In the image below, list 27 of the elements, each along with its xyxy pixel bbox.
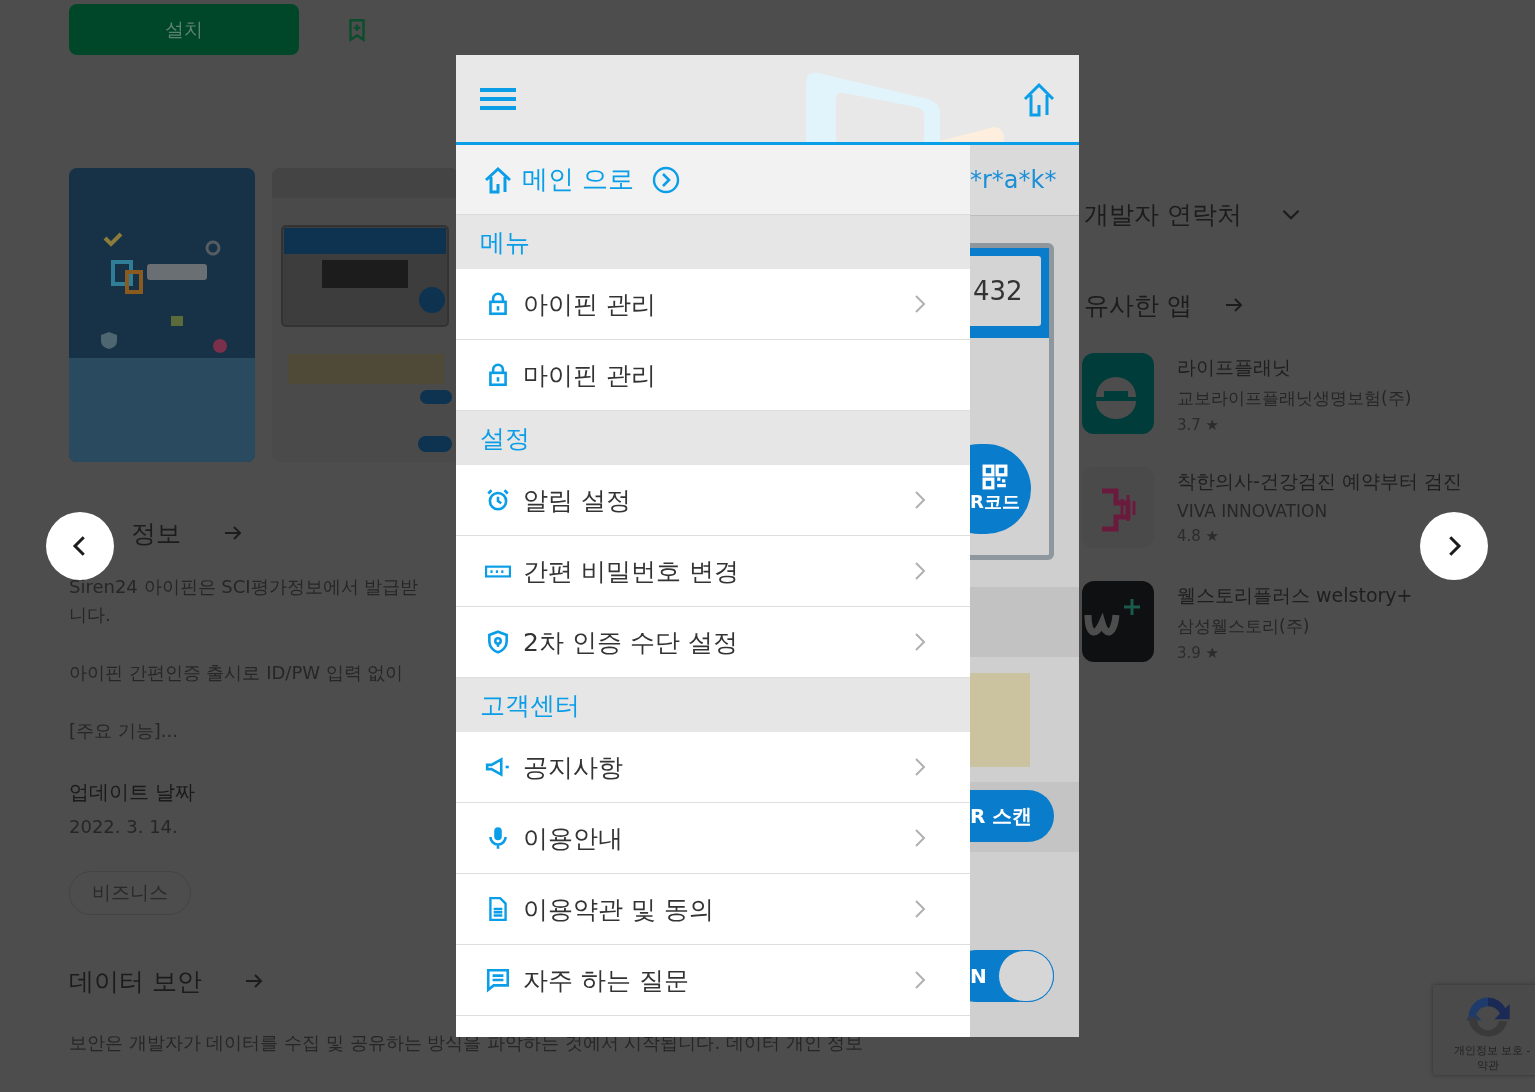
chat-icon	[485, 967, 511, 993]
menu-icon[interactable]	[480, 86, 516, 111]
app-icon[interactable]	[1082, 581, 1154, 662]
qr-code-button[interactable]: R코드	[970, 444, 1031, 534]
home-link[interactable]: 메인 으로	[456, 145, 970, 215]
menu-item[interactable]: 아이핀 관리	[456, 269, 970, 340]
menu-item[interactable]: 이용안내	[456, 803, 970, 874]
qr-scan-button[interactable]: R 스캔	[970, 790, 1054, 842]
pin-number: 432	[970, 256, 1041, 326]
home-icon	[484, 165, 512, 194]
megaphone-icon	[485, 754, 511, 780]
install-button[interactable]: 설치	[69, 4, 299, 55]
menu-item[interactable]: 간편 비밀번호 변경	[456, 536, 970, 607]
user-id-text: *r*a*k*	[970, 166, 1057, 194]
menu-section-header: 설정	[456, 411, 970, 465]
qr-code-icon	[982, 464, 1008, 490]
shield-icon	[485, 629, 511, 655]
menu-section-header: 고객센터	[456, 678, 970, 732]
home-icon[interactable]	[1023, 80, 1055, 117]
menu-item[interactable]: 이용약관 및 동의	[456, 874, 970, 945]
app-icon[interactable]	[1082, 353, 1154, 434]
menu-item[interactable]: 자주 하는 질문	[456, 945, 970, 1016]
toggle-switch[interactable]: N	[970, 950, 1054, 1002]
menu-section-header: 메뉴	[456, 215, 970, 269]
menu-item[interactable]: 공지사항	[456, 732, 970, 803]
alarm-clock-icon	[485, 487, 511, 513]
menu-item[interactable]: 알림 설정	[456, 465, 970, 536]
